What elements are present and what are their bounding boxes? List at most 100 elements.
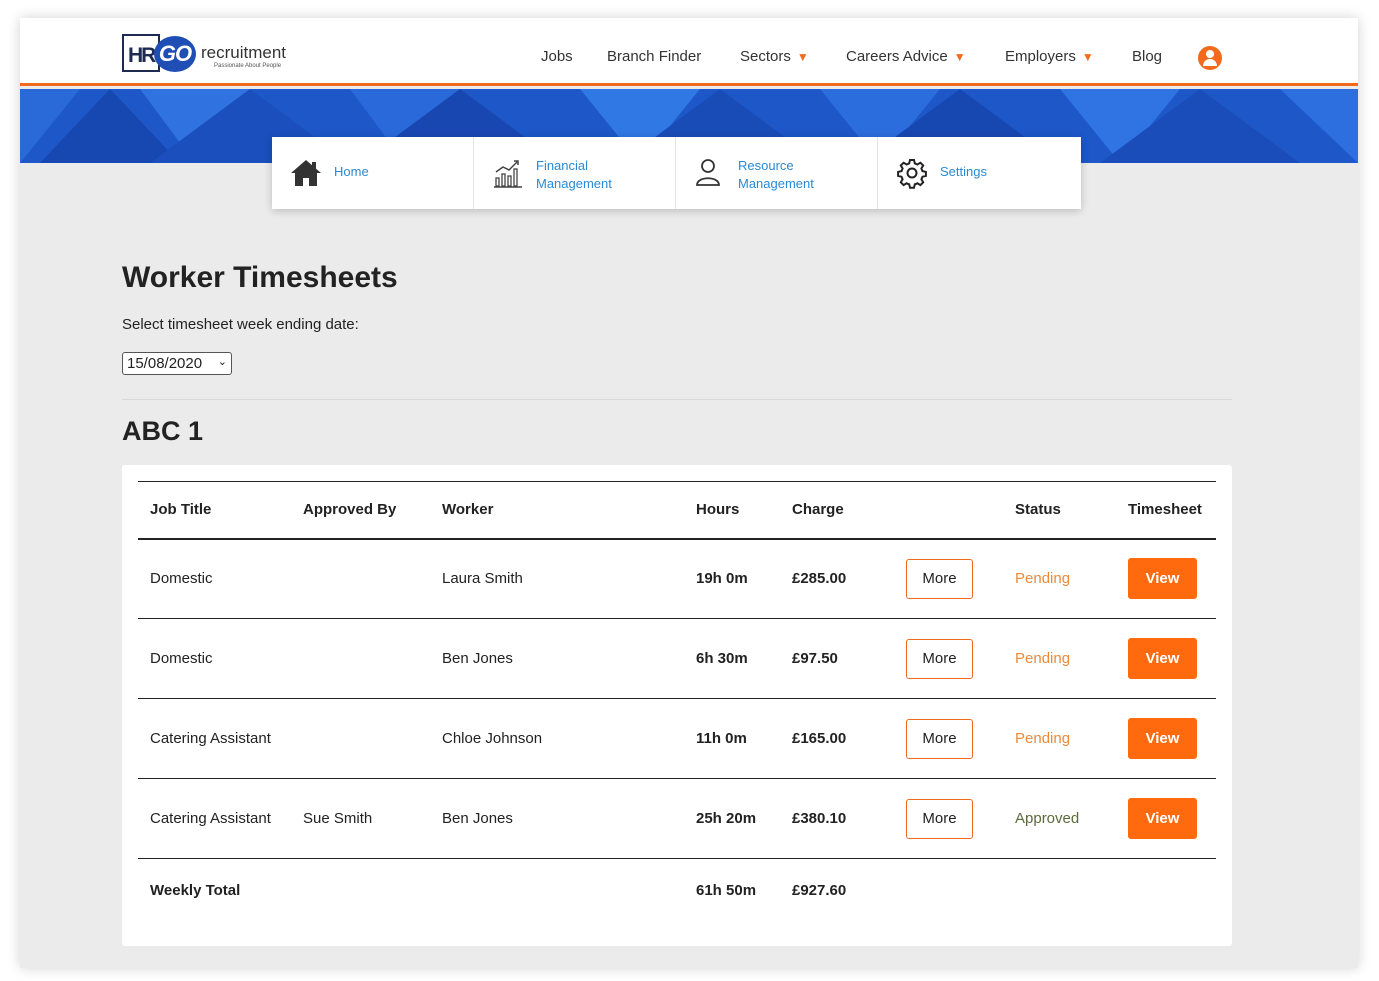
chevron-down-icon: ▼ [1081,50,1094,64]
cell-worker: Ben Jones [430,778,684,859]
cell-more: More [894,618,1003,699]
cell-empty [1116,859,1216,922]
chevron-down-icon: ⌄ [217,356,227,368]
cell-hours: 19h 0m [684,538,780,619]
cell-worker: Chloe Johnson [430,698,684,779]
cell-more: More [894,538,1003,619]
cell-charge: £97.50 [780,618,894,699]
quick-menu-label-line2: Management [536,176,612,191]
more-button[interactable]: More [906,718,973,759]
view-button[interactable]: View [1128,798,1197,839]
cell-approved-by: Sue Smith [291,778,430,859]
week-select-label: Select timesheet week ending date: [122,316,359,333]
cell-empty [894,859,1003,922]
col-worker[interactable]: Worker [430,481,684,540]
quick-menu-resource-management[interactable]: Resource Management [676,137,878,209]
more-button[interactable]: More [906,798,973,839]
col-job-title[interactable]: Job Title [138,481,291,540]
col-timesheet[interactable]: Timesheet [1116,481,1216,540]
table-row: Domestic Laura Smith 19h 0m £285.00 More… [138,538,1216,619]
cell-status: Approved [1003,778,1116,859]
quick-menu-label: Resource Management [738,157,814,193]
col-actions [894,481,1003,540]
quick-menu-label-line1: Resource [738,158,794,173]
nav-branch-finder[interactable]: Branch Finder [607,48,701,65]
user-icon-body [1203,59,1217,66]
view-button[interactable]: View [1128,638,1197,679]
nav-blog[interactable]: Blog [1132,48,1162,65]
cell-hours: 6h 30m [684,618,780,699]
weekly-total-hours: 61h 50m [696,881,757,899]
timesheet-table: Job Title Approved By Worker Hours Charg… [138,481,1216,922]
cell-approved-by [291,538,430,619]
cell-charge: £165.00 [780,698,894,779]
table-row: Catering Assistant Chloe Johnson 11h 0m … [138,698,1216,779]
cell-empty [291,859,430,922]
cell-job-title: Domestic [138,618,291,699]
quick-menu-home[interactable]: Home [272,137,474,209]
app-frame: HR GO recruitment Passionate About Peopl… [20,18,1358,968]
nav-label: Blog [1132,48,1163,65]
quick-menu-financial-management[interactable]: Financial Management [474,137,676,209]
quick-menu-label-line1: Financial [536,158,589,173]
cell-job-title: Catering Assistant [138,778,291,859]
col-hours[interactable]: Hours [684,481,780,540]
home-icon [291,160,321,186]
nav-jobs[interactable]: Jobs [541,48,573,65]
quick-menu-label: Settings [940,164,987,179]
view-button[interactable]: View [1128,718,1197,759]
cell-hours: 25h 20m [684,778,780,859]
nav-label: Employers [1005,48,1076,65]
cell-timesheet: View [1116,538,1216,619]
nav-employers[interactable]: Employers ▼ [1005,48,1094,65]
cell-empty [430,859,684,922]
cell-timesheet: View [1116,698,1216,779]
cell-approved-by [291,698,430,779]
nav-careers-advice[interactable]: Careers Advice ▼ [846,48,966,65]
nav-label: Careers Advice [846,48,948,65]
quick-menu-settings[interactable]: Settings [878,137,1080,209]
week-ending-select[interactable]: 15/08/2020 ⌄ [122,352,232,375]
gear-icon [897,159,927,189]
more-button[interactable]: More [906,558,973,599]
nav-sectors[interactable]: Sectors ▼ [740,48,809,65]
cell-more: More [894,778,1003,859]
cell-approved-by [291,618,430,699]
selected-date: 15/08/2020 [127,355,203,372]
cell-timesheet: View [1116,778,1216,859]
nav-label: Sectors [740,48,791,65]
site-header: HR GO recruitment Passionate About Peopl… [20,18,1358,86]
cell-job-title: Catering Assistant [138,698,291,779]
quick-menu-label: Financial Management [536,157,612,193]
cell-worker: Ben Jones [430,618,684,699]
cell-job-title: Domestic [138,538,291,619]
quick-menu-label: Home [334,164,369,179]
table-row: Domestic Ben Jones 6h 30m £97.50 More Pe… [138,618,1216,699]
cell-status: Pending [1003,538,1116,619]
cell-more: More [894,698,1003,779]
divider [122,399,1232,400]
cell-status: Pending [1003,698,1116,779]
user-icon[interactable] [1198,46,1222,70]
more-button[interactable]: More [906,638,973,679]
quick-menu: Home Financial Management Resource Managem… [272,137,1081,209]
col-charge[interactable]: Charge [780,481,894,540]
cell-empty [1003,859,1116,922]
chevron-down-icon: ▼ [796,50,809,64]
main-nav: Jobs Branch Finder Sectors ▼ Careers Advi… [20,48,1358,72]
col-status[interactable]: Status [1003,481,1116,540]
timesheet-card: Job Title Approved By Worker Hours Charg… [122,465,1232,946]
weekly-total-label: Weekly Total [150,881,241,899]
cell-hours: 11h 0m [684,698,780,779]
chevron-down-icon: ▼ [953,50,966,64]
view-button[interactable]: View [1128,558,1197,600]
page-title: Worker Timesheets [122,261,398,294]
person-icon [696,159,720,186]
nav-label: Jobs [541,48,573,65]
user-icon-head [1206,50,1214,58]
weekly-total-row: Weekly Total 61h 50m £927.60 [138,859,1216,922]
cell-charge: £380.10 [780,778,894,859]
col-approved-by[interactable]: Approved By [291,481,430,540]
cell-charge: £285.00 [780,538,894,619]
chart-icon [494,160,522,188]
